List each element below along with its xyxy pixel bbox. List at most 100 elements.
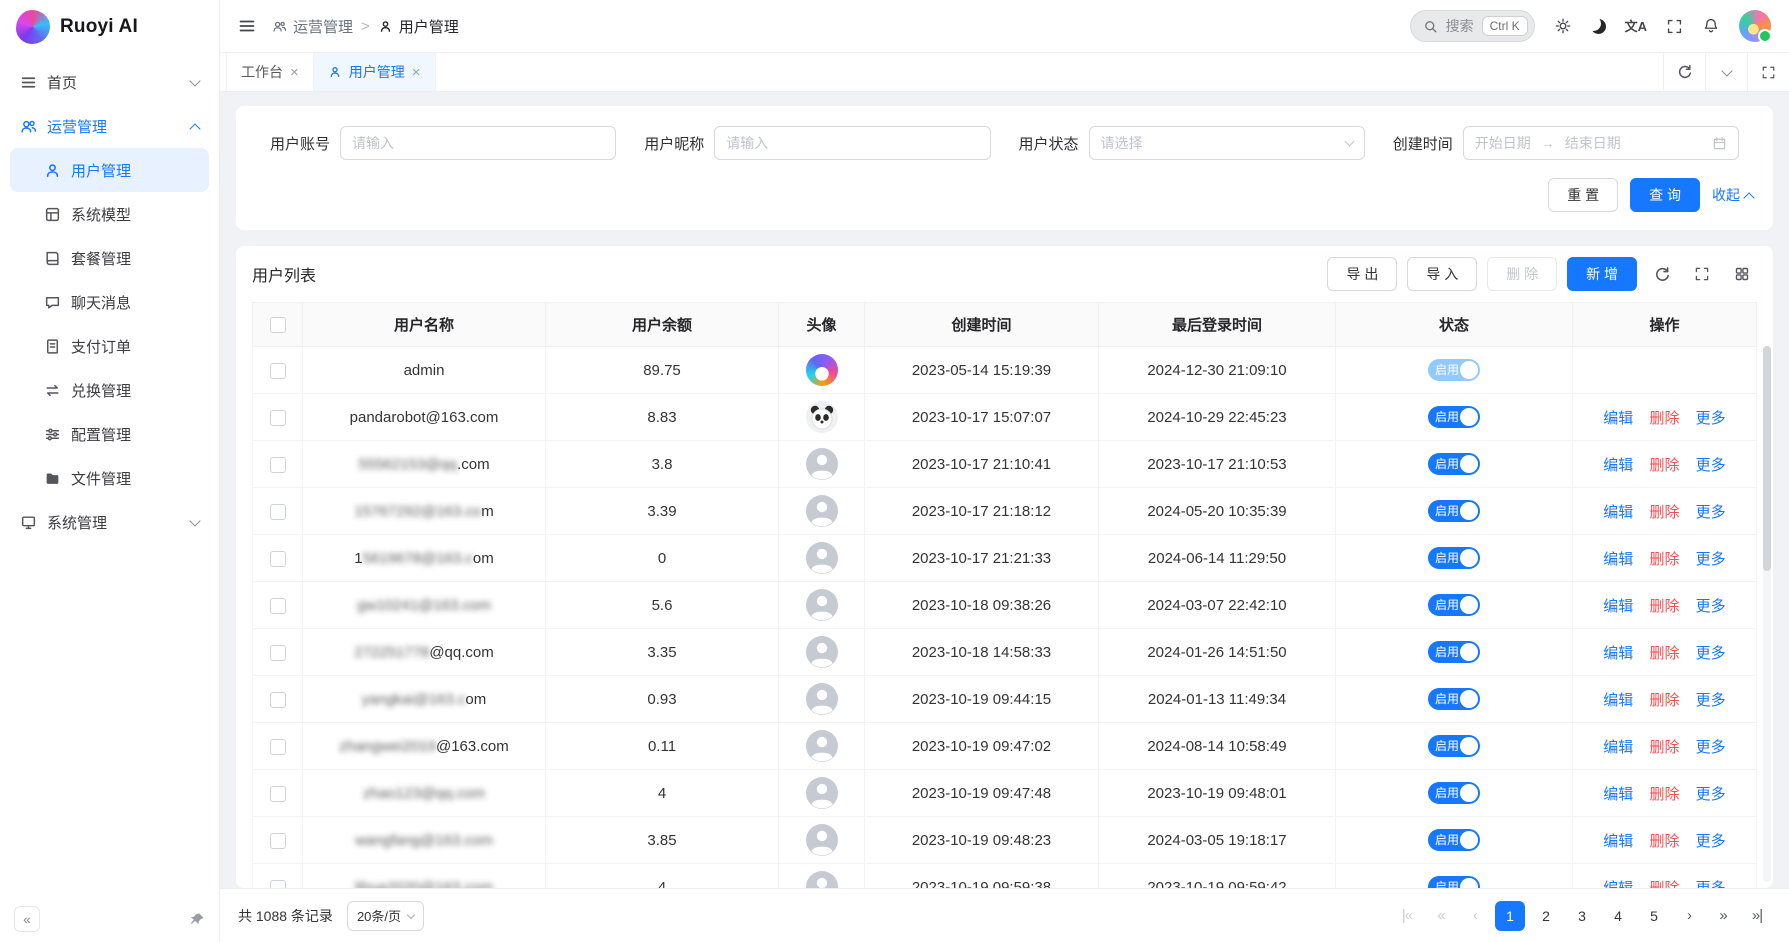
delete-link[interactable]: 删除 <box>1649 598 1679 615</box>
row-checkbox[interactable] <box>270 880 286 888</box>
delete-link[interactable]: 删除 <box>1649 880 1679 889</box>
dark-mode-moon-icon[interactable] <box>1591 19 1606 34</box>
edit-link[interactable]: 编辑 <box>1603 598 1633 615</box>
status-select[interactable]: 请选择 <box>1089 126 1365 160</box>
last-page-button[interactable]: »| <box>1743 901 1771 931</box>
row-checkbox[interactable] <box>270 363 286 379</box>
status-toggle[interactable]: 启用 <box>1428 829 1480 851</box>
delete-link[interactable]: 删除 <box>1649 504 1679 521</box>
status-toggle[interactable]: 启用 <box>1428 782 1480 804</box>
delete-link[interactable]: 删除 <box>1649 692 1679 709</box>
sidebar-item-file-management[interactable]: 文件管理 <box>10 456 209 500</box>
refresh-icon[interactable] <box>1663 53 1705 91</box>
row-checkbox[interactable] <box>270 645 286 661</box>
row-checkbox[interactable] <box>270 410 286 426</box>
more-link[interactable]: 更多 <box>1696 598 1726 615</box>
notification-bell-icon[interactable] <box>1702 17 1720 35</box>
status-toggle[interactable]: 启用 <box>1428 453 1480 475</box>
row-checkbox[interactable] <box>270 551 286 567</box>
first-page-button[interactable]: |« <box>1393 901 1421 931</box>
status-toggle[interactable]: 启用 <box>1428 547 1480 569</box>
column-settings-grid-icon[interactable] <box>1727 259 1757 289</box>
sidebar-item-config-management[interactable]: 配置管理 <box>10 412 209 456</box>
sidebar-collapse-button[interactable]: « <box>14 906 40 932</box>
sidebar-item-package-management[interactable]: 套餐管理 <box>10 236 209 280</box>
more-link[interactable]: 更多 <box>1696 786 1726 803</box>
edit-link[interactable]: 编辑 <box>1603 880 1633 889</box>
fullscreen-icon[interactable] <box>1687 259 1717 289</box>
collapse-filters-link[interactable]: 收起 <box>1712 185 1753 205</box>
account-input[interactable] <box>340 126 616 160</box>
menu-toggle-icon[interactable] <box>238 17 256 35</box>
delete-link[interactable]: 删除 <box>1649 739 1679 756</box>
prev-page-button[interactable]: ‹ <box>1461 901 1489 931</box>
delete-link[interactable]: 删除 <box>1649 551 1679 568</box>
status-toggle[interactable]: 启用 <box>1428 735 1480 757</box>
fullscreen-icon[interactable] <box>1666 18 1683 35</box>
settings-gear-icon[interactable] <box>1554 17 1572 35</box>
prev-group-button[interactable]: « <box>1427 901 1455 931</box>
breadcrumb-operations[interactable]: 运营管理 <box>272 16 353 37</box>
tab-user-management[interactable]: 用户管理 × <box>314 53 436 91</box>
import-button[interactable]: 导 入 <box>1407 257 1477 291</box>
scrollbar-thumb[interactable] <box>1763 346 1771 571</box>
page-button-2[interactable]: 2 <box>1531 901 1561 931</box>
sidebar-item-exchange-management[interactable]: 兑换管理 <box>10 368 209 412</box>
global-search[interactable]: 搜索 Ctrl K <box>1410 10 1535 42</box>
page-button-3[interactable]: 3 <box>1567 901 1597 931</box>
row-checkbox[interactable] <box>270 457 286 473</box>
row-checkbox[interactable] <box>270 504 286 520</box>
more-link[interactable]: 更多 <box>1696 880 1726 889</box>
sidebar-item-chat-messages[interactable]: 聊天消息 <box>10 280 209 324</box>
chevron-down-icon[interactable] <box>1705 53 1747 91</box>
close-icon[interactable]: × <box>412 65 421 80</box>
edit-link[interactable]: 编辑 <box>1603 645 1633 662</box>
status-toggle[interactable]: 启用 <box>1428 406 1480 428</box>
sidebar-item-user-management[interactable]: 用户管理 <box>10 148 209 192</box>
sidebar-item-operations[interactable]: 运营管理 <box>10 104 209 148</box>
logo[interactable]: Ruoyi AI <box>0 0 219 54</box>
breadcrumb-user-management[interactable]: 用户管理 <box>378 16 459 37</box>
status-toggle[interactable]: 启用 <box>1428 688 1480 710</box>
sidebar-item-home[interactable]: 首页 <box>10 60 209 104</box>
delete-link[interactable]: 删除 <box>1649 410 1679 427</box>
edit-link[interactable]: 编辑 <box>1603 692 1633 709</box>
more-link[interactable]: 更多 <box>1696 551 1726 568</box>
delete-button[interactable]: 删 除 <box>1487 257 1557 291</box>
row-checkbox[interactable] <box>270 692 286 708</box>
nickname-input[interactable] <box>714 126 990 160</box>
edit-link[interactable]: 编辑 <box>1603 504 1633 521</box>
page-button-1[interactable]: 1 <box>1495 901 1525 931</box>
more-link[interactable]: 更多 <box>1696 833 1726 850</box>
sidebar-item-system-management[interactable]: 系统管理 <box>10 500 209 544</box>
tab-workbench[interactable]: 工作台 × <box>226 53 314 91</box>
row-checkbox[interactable] <box>270 598 286 614</box>
next-page-button[interactable]: › <box>1675 901 1703 931</box>
status-toggle[interactable]: 启用 <box>1428 594 1480 616</box>
more-link[interactable]: 更多 <box>1696 739 1726 756</box>
more-link[interactable]: 更多 <box>1696 410 1726 427</box>
row-checkbox[interactable] <box>270 833 286 849</box>
table-scrollbar[interactable] <box>1763 346 1771 882</box>
edit-link[interactable]: 编辑 <box>1603 410 1633 427</box>
more-link[interactable]: 更多 <box>1696 692 1726 709</box>
status-toggle[interactable]: 启用 <box>1428 876 1480 888</box>
next-group-button[interactable]: » <box>1709 901 1737 931</box>
delete-link[interactable]: 删除 <box>1649 833 1679 850</box>
date-range-picker[interactable]: 开始日期 → 结束日期 <box>1463 126 1739 160</box>
reset-button[interactable]: 重 置 <box>1548 178 1618 212</box>
edit-link[interactable]: 编辑 <box>1603 551 1633 568</box>
page-button-4[interactable]: 4 <box>1603 901 1633 931</box>
more-link[interactable]: 更多 <box>1696 504 1726 521</box>
delete-link[interactable]: 删除 <box>1649 645 1679 662</box>
status-toggle[interactable]: 启用 <box>1428 359 1480 381</box>
select-all-checkbox[interactable] <box>270 317 286 333</box>
delete-link[interactable]: 删除 <box>1649 786 1679 803</box>
page-size-select[interactable]: 20条/页 <box>347 901 424 931</box>
close-icon[interactable]: × <box>290 65 299 80</box>
expand-icon[interactable] <box>1747 53 1789 91</box>
pin-icon[interactable] <box>190 912 205 927</box>
sidebar-item-system-model[interactable]: 系统模型 <box>10 192 209 236</box>
export-button[interactable]: 导 出 <box>1327 257 1397 291</box>
edit-link[interactable]: 编辑 <box>1603 457 1633 474</box>
